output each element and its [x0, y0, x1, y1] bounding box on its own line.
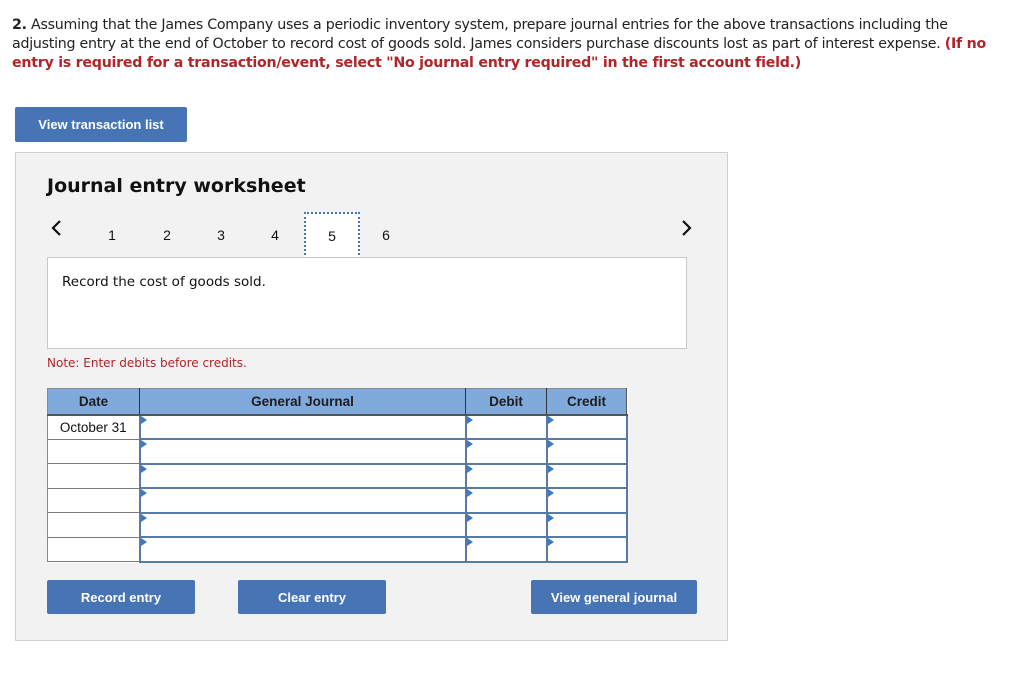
- account-input[interactable]: [140, 489, 465, 512]
- date-cell: [47, 537, 140, 562]
- clear-entry-button[interactable]: Clear entry: [238, 580, 386, 614]
- account-input[interactable]: [140, 440, 465, 463]
- debit-cell[interactable]: [464, 487, 548, 514]
- credit-cell[interactable]: [545, 487, 628, 514]
- question-number: 2.: [12, 17, 27, 33]
- account-cell[interactable]: [138, 536, 467, 563]
- journal-row: [47, 536, 628, 563]
- column-header-date: Date: [47, 388, 140, 416]
- view-general-journal-button[interactable]: View general journal: [531, 580, 697, 614]
- tab-entry-4[interactable]: 4: [250, 213, 300, 257]
- column-header-debit: Debit: [465, 388, 547, 416]
- debit-cell[interactable]: [464, 462, 548, 489]
- column-header-credit: Credit: [546, 388, 627, 416]
- journal-entry-worksheet: Journal entry worksheet 1 2 3 4 5 6 Reco…: [15, 152, 728, 641]
- credit-input[interactable]: [547, 464, 626, 487]
- entry-description: Record the cost of goods sold.: [62, 274, 266, 290]
- date-cell: [47, 439, 140, 464]
- debit-cell[interactable]: [464, 536, 548, 563]
- debit-cell[interactable]: [464, 438, 548, 465]
- date-cell: October 31: [47, 414, 140, 440]
- debit-credit-note: Note: Enter debits before credits.: [47, 356, 247, 370]
- tab-entry-1[interactable]: 1: [87, 213, 137, 257]
- chevron-left-icon: [51, 220, 61, 236]
- debit-input[interactable]: [466, 489, 546, 512]
- account-cell[interactable]: [138, 438, 467, 465]
- credit-cell[interactable]: [545, 413, 628, 440]
- date-cell: [47, 463, 140, 489]
- tab-entry-6[interactable]: 6: [361, 213, 411, 257]
- debit-cell[interactable]: [464, 413, 548, 440]
- debit-input[interactable]: [466, 513, 546, 536]
- date-cell: [47, 512, 140, 538]
- journal-row: October 31: [47, 413, 628, 440]
- tab-entry-3[interactable]: 3: [196, 213, 246, 257]
- credit-cell[interactable]: [545, 462, 628, 489]
- account-cell[interactable]: [138, 511, 467, 538]
- debit-cell[interactable]: [464, 511, 548, 538]
- credit-input[interactable]: [547, 415, 626, 438]
- record-entry-button[interactable]: Record entry: [47, 580, 195, 614]
- worksheet-title: Journal entry worksheet: [47, 175, 306, 197]
- tab-entry-5[interactable]: 5: [304, 212, 360, 259]
- journal-header-row: Date General Journal Debit Credit: [47, 388, 627, 416]
- question-body: Assuming that the James Company uses a p…: [12, 17, 948, 52]
- credit-input[interactable]: [547, 489, 626, 512]
- column-header-general-journal: General Journal: [139, 388, 466, 416]
- question-text: 2. Assuming that the James Company uses …: [12, 16, 1012, 73]
- tab-entry-2[interactable]: 2: [142, 213, 192, 257]
- credit-input[interactable]: [547, 513, 626, 536]
- credit-cell[interactable]: [545, 536, 628, 563]
- account-input[interactable]: [140, 538, 465, 561]
- debit-input[interactable]: [466, 415, 546, 438]
- journal-row: [47, 511, 628, 538]
- debit-input[interactable]: [466, 464, 546, 487]
- credit-input[interactable]: [547, 538, 626, 561]
- next-entry-button[interactable]: [677, 215, 697, 241]
- account-input[interactable]: [140, 513, 465, 536]
- credit-cell[interactable]: [545, 511, 628, 538]
- journal-row: [47, 462, 628, 489]
- previous-entry-button[interactable]: [46, 215, 66, 241]
- debit-input[interactable]: [466, 538, 546, 561]
- account-input[interactable]: [140, 415, 465, 438]
- credit-input[interactable]: [547, 440, 626, 463]
- journal-row: [47, 438, 628, 465]
- view-transaction-list-button[interactable]: View transaction list: [15, 107, 187, 142]
- account-cell[interactable]: [138, 462, 467, 489]
- account-input[interactable]: [140, 464, 465, 487]
- account-cell[interactable]: [138, 487, 467, 514]
- entry-description-box: Record the cost of goods sold.: [47, 257, 687, 349]
- credit-cell[interactable]: [545, 438, 628, 465]
- journal-table: Date General Journal Debit Credit Octobe…: [47, 388, 628, 563]
- journal-row: [47, 487, 628, 514]
- date-cell: [47, 488, 140, 513]
- chevron-right-icon: [682, 220, 692, 236]
- account-cell[interactable]: [138, 413, 467, 440]
- debit-input[interactable]: [466, 440, 546, 463]
